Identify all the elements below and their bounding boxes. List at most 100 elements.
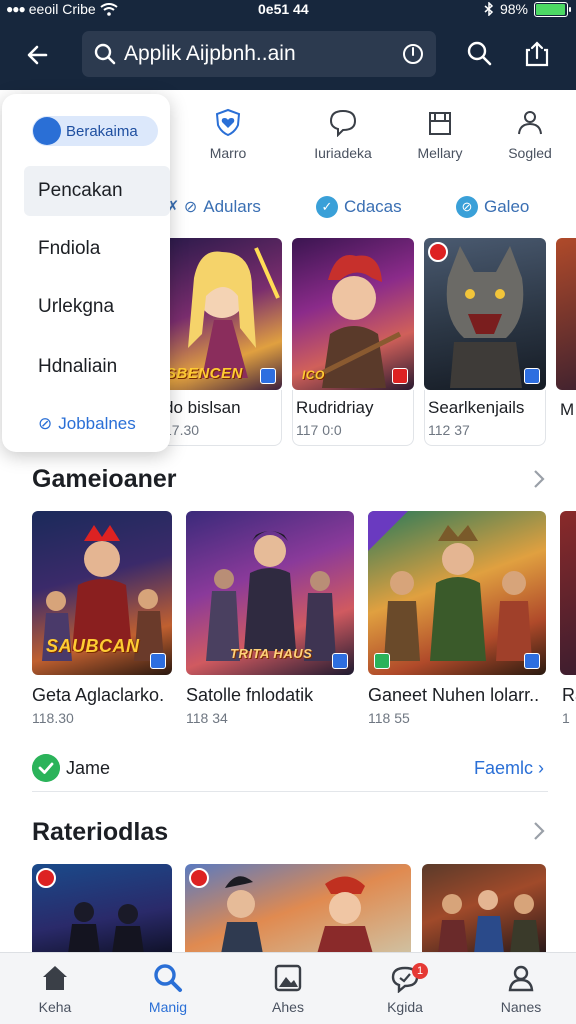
wifi-icon <box>100 2 118 16</box>
search-input[interactable] <box>124 42 394 66</box>
home-icon <box>43 966 67 990</box>
section-title: Gameioaner <box>32 465 177 493</box>
game-art: ICO <box>292 238 414 390</box>
game-art[interactable] <box>422 864 546 952</box>
avatar-icon <box>33 117 61 145</box>
signal-icon: ●●● <box>6 2 26 16</box>
clear-icon[interactable] <box>402 43 424 65</box>
platform-badge-icon <box>150 653 166 669</box>
card-title: Searlkenjails <box>428 398 525 417</box>
card-meta: 17.30 <box>164 422 200 438</box>
category-label: Iuriadeka <box>314 145 372 161</box>
game-card[interactable]: Searlkenjails 112 37 <box>424 238 546 446</box>
search-icon <box>154 964 182 992</box>
game-art <box>556 238 576 390</box>
game-card[interactable]: SAUBCAN Geta Aglaclarko. 118.30 <box>32 511 172 726</box>
chevron-right-icon[interactable] <box>532 820 546 842</box>
menu-item[interactable]: Urlekgna <box>24 282 170 332</box>
game-art: TRITA HAUS <box>186 511 354 675</box>
menu-link-label: Jobbalnes <box>58 414 136 433</box>
game-card[interactable]: TRITA HAUS Satolle fnlodatik 118 34 <box>186 511 354 726</box>
category-mellary[interactable]: Mellary <box>395 107 485 161</box>
nav-item-gallery[interactable]: Ahes <box>233 963 343 1015</box>
game-card-partial[interactable]: M <box>556 238 576 446</box>
share-icon[interactable] <box>524 40 550 68</box>
badge-icon: ⊘ <box>456 196 478 218</box>
hero-illustration <box>221 876 373 952</box>
game-art[interactable] <box>185 864 411 952</box>
card-title: M <box>560 400 575 419</box>
chip-label: Galeo <box>484 197 530 216</box>
platform-badge-icon <box>392 368 408 384</box>
hero-illustration <box>368 511 532 661</box>
chip-adulars[interactable]: ✗ ⊘ Adulars <box>166 194 261 220</box>
card-meta: 1 <box>562 710 570 726</box>
search-bar[interactable] <box>82 31 436 77</box>
game-card-partial[interactable]: Ra 1 <box>560 511 576 731</box>
nav-item-profile[interactable]: Nanes <box>466 963 576 1015</box>
carrier-label: eeoil Cribe <box>28 1 96 17</box>
card-info: do bislsan 17.30 <box>160 390 282 446</box>
game-art <box>368 511 546 675</box>
platform-badge-icon <box>524 653 540 669</box>
status-bar: ●●● eeoil Cribe 0e51 44 98% <box>0 0 576 20</box>
nav-item-search[interactable]: Manig <box>113 963 223 1015</box>
rating-badge-icon <box>428 242 448 262</box>
category-label: Sogled <box>508 145 552 161</box>
link-icon: ⊘ <box>38 414 53 433</box>
menu-header-pill[interactable]: Berakaima <box>32 116 158 146</box>
card-meta: 118 34 <box>186 710 228 726</box>
card-meta: 112 37 <box>428 422 470 438</box>
game-art: SAUBCAN <box>32 511 172 675</box>
category-label: Marro <box>209 145 247 161</box>
category-iuriadeka[interactable]: Iuriadeka <box>298 107 388 161</box>
chip-galeo[interactable]: ⊘ Galeo <box>456 194 529 220</box>
back-arrow-icon[interactable] <box>22 38 56 72</box>
art-title: ICO <box>302 368 325 382</box>
menu-item[interactable]: Fndiola <box>24 224 170 274</box>
heart-shield-icon <box>215 108 241 137</box>
game-art <box>424 238 546 390</box>
nav-label: Keha <box>38 999 72 1015</box>
card-meta: 118.30 <box>32 710 74 726</box>
game-filter-row[interactable]: Jame Faemlc › <box>32 752 548 792</box>
profile-icon <box>508 965 534 992</box>
see-more-link[interactable]: Faemlc › <box>474 758 544 779</box>
check-circle-icon: ✓ <box>316 196 338 218</box>
search-icon[interactable] <box>466 40 492 66</box>
game-card[interactable]: SBENCEN do bislsan 17.30 <box>160 238 282 446</box>
menu-link[interactable]: ⊘ Jobbalnes <box>24 399 170 449</box>
image-icon <box>274 964 302 992</box>
game-card[interactable]: ICO Rudridriay 117 0:0 <box>292 238 414 446</box>
game-art[interactable] <box>32 864 172 952</box>
card-meta: 118 55 <box>368 710 410 726</box>
card-info: Searlkenjails 112 37 <box>424 390 546 446</box>
menu-header-label: Berakaima <box>66 122 138 140</box>
game-art <box>560 511 576 675</box>
dropdown-menu: Berakaima Pencakan Fndiola Urlekgna Hdna… <box>2 94 170 452</box>
art-title: TRITA HAUS <box>230 646 313 661</box>
section-title: Rateriodlas <box>32 818 169 846</box>
nav-label: Ahes <box>272 999 304 1015</box>
link-label: Faemlc <box>473 758 533 778</box>
menu-item[interactable]: Hdnaliain <box>24 342 170 392</box>
top-app-bar: ●●● eeoil Cribe 0e51 44 98% <box>0 0 576 90</box>
category-marro[interactable]: Marro <box>183 107 273 161</box>
clock: 0e51 44 <box>258 1 309 17</box>
platform-badge-icon <box>332 653 348 669</box>
game-card[interactable]: Ganeet Nuhen lolarr.. 118 55 <box>368 511 546 726</box>
nav-item-messages[interactable]: 1 Kgida <box>350 963 460 1015</box>
nav-item-home[interactable]: Keha <box>0 963 110 1015</box>
nav-label: Nanes <box>500 999 542 1015</box>
card-title: Ra <box>562 685 576 705</box>
row-label: Jame <box>66 758 111 778</box>
chip-cdacas[interactable]: ✓ Cdacas <box>316 194 402 220</box>
menu-item[interactable]: Pencakan <box>24 166 170 216</box>
notification-badge: 1 <box>412 963 428 979</box>
chat-bubble-icon <box>329 109 357 137</box>
chevron-right-icon[interactable] <box>532 468 546 490</box>
category-sogled[interactable]: Sogled <box>485 107 575 161</box>
card-title: Satolle fnlodatik <box>186 685 314 705</box>
rating-badge-icon <box>36 868 56 888</box>
bottom-navigation: Keha Manig Ahes 1 Kgida Nanes <box>0 952 576 1024</box>
